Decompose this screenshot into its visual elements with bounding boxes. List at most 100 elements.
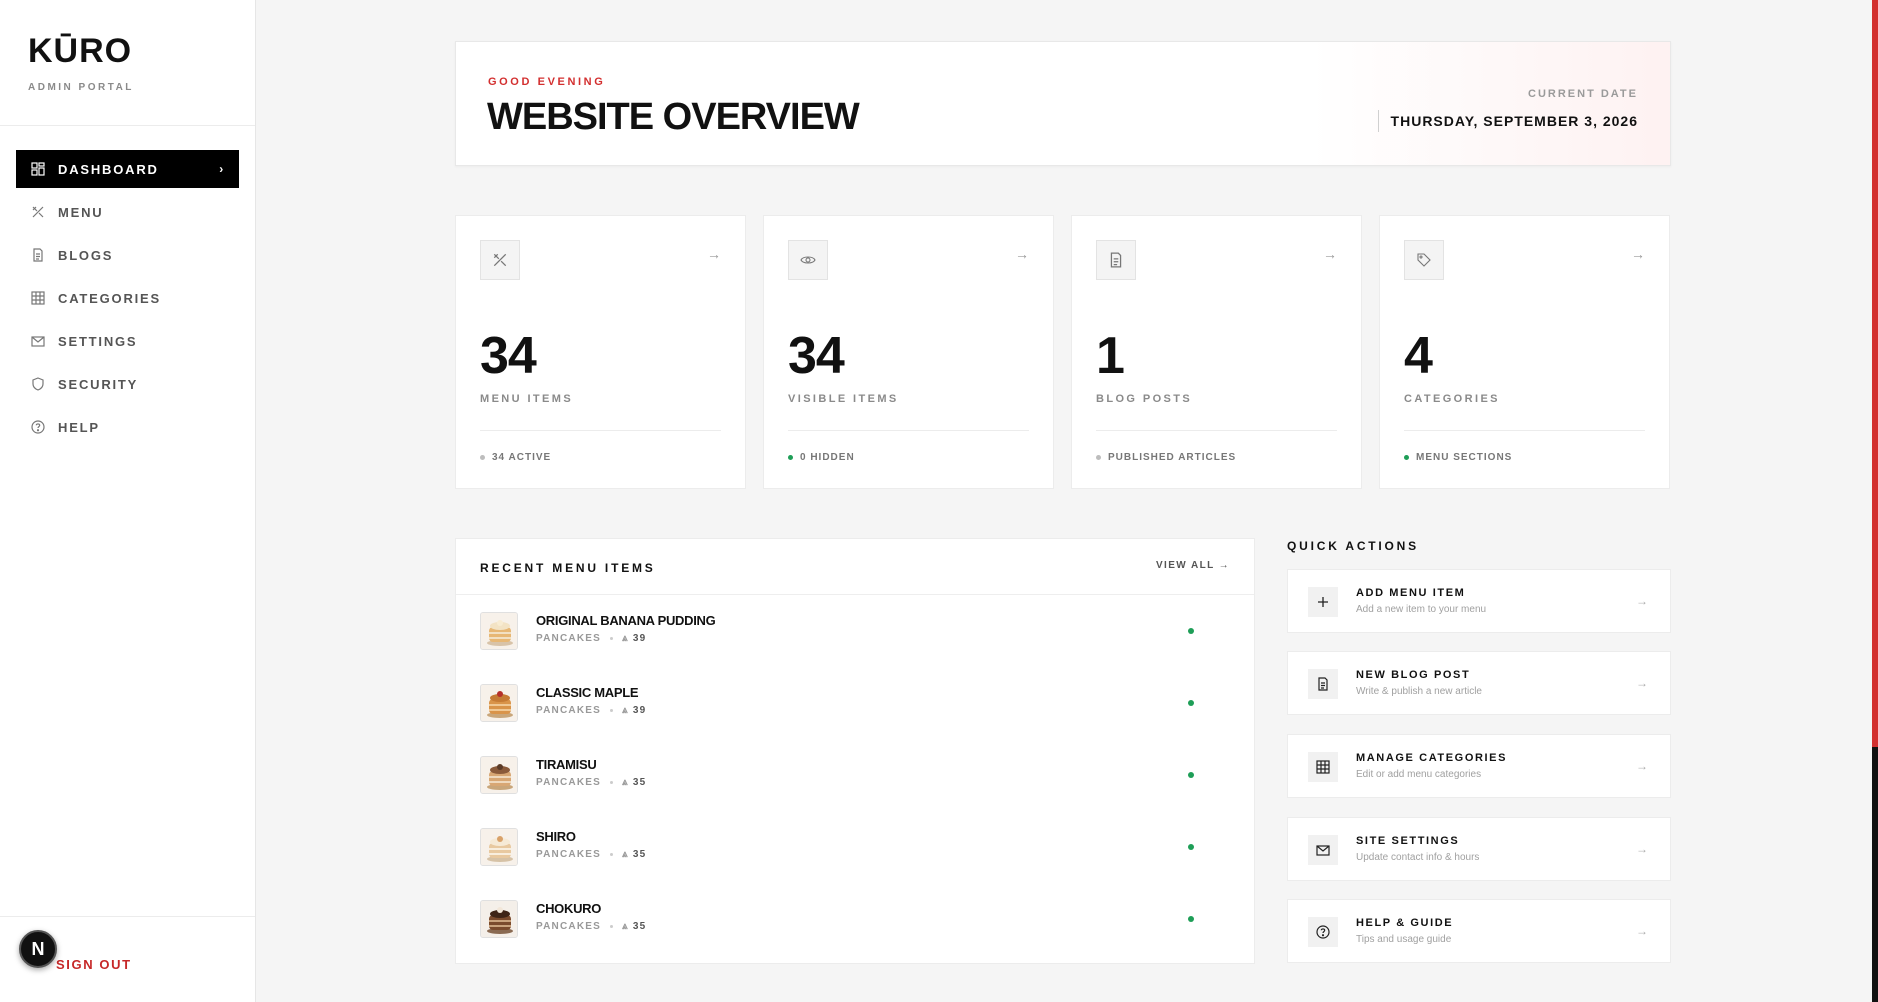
status-dot — [1096, 455, 1101, 460]
person-icon: ⩓ — [621, 849, 633, 860]
stat-value: 1 — [1096, 327, 1125, 385]
arrow-right-icon: → — [1015, 246, 1029, 262]
stat-subtext: MENU SECTIONS — [1404, 452, 1512, 463]
grid-icon — [1308, 752, 1338, 782]
menu-item-meta: PANCAKES ⩓ 39 — [536, 705, 646, 716]
date-label: CURRENT DATE — [1528, 88, 1638, 100]
new-blog-post-button[interactable]: NEW BLOG POST Write & publish a new arti… — [1287, 651, 1671, 715]
divider — [1096, 430, 1337, 431]
stat-card-categories[interactable]: → 4 CATEGORIES MENU SECTIONS — [1379, 215, 1670, 489]
sidebar-item-dashboard[interactable]: DASHBOARD › — [16, 150, 239, 188]
sidebar: KŪRO ADMIN PORTAL DASHBOARD › MENU BLOGS — [0, 0, 256, 1002]
brand: KŪRO ADMIN PORTAL — [0, 0, 255, 126]
overview-header: GOOD EVENING WEBSITE OVERVIEW CURRENT DA… — [455, 41, 1671, 166]
menu-item-meta: PANCAKES ⩓ 35 — [536, 849, 646, 860]
brand-subtitle: ADMIN PORTAL — [28, 82, 134, 93]
sidebar-item-menu[interactable]: MENU — [16, 193, 239, 231]
arrow-right-icon: → — [1636, 924, 1648, 938]
arrow-right-icon: → — [1218, 560, 1230, 571]
sidebar-item-help[interactable]: HELP — [16, 408, 239, 446]
menu-item-meta: PANCAKES ⩓ 35 — [536, 921, 646, 932]
stat-subtext: PUBLISHED ARTICLES — [1096, 452, 1236, 463]
stat-value: 34 — [480, 327, 537, 385]
status-dot — [480, 455, 485, 460]
sidebar-item-label: MENU — [58, 204, 104, 220]
stat-subtext: 0 HIDDEN — [788, 452, 855, 463]
arrow-right-icon: → — [707, 246, 721, 262]
stat-subtext: 34 ACTIVE — [480, 452, 551, 463]
menu-item-thumbnail — [480, 828, 518, 866]
menu-item-name: SHIRO — [536, 829, 576, 844]
brand-logo[interactable]: KŪRO — [28, 34, 227, 68]
stat-subtext-label: PUBLISHED ARTICLES — [1108, 452, 1237, 463]
separator — [609, 709, 613, 712]
list-item[interactable]: CLASSIC MAPLE PANCAKES ⩓ 39 — [456, 667, 1256, 739]
separator — [609, 853, 613, 856]
chevron-right-icon: › — [219, 162, 225, 176]
sidebar-item-security[interactable]: SECURITY — [16, 365, 239, 403]
menu-item-thumbnail — [480, 900, 518, 938]
quick-action-title: NEW BLOG POST — [1356, 669, 1471, 681]
dev-tools-badge[interactable]: N — [19, 930, 57, 968]
menu-item-meta: PANCAKES ⩓ 39 — [536, 633, 646, 644]
sidebar-item-settings[interactable]: SETTINGS — [16, 322, 239, 360]
menu-item-category: PANCAKES — [536, 921, 601, 932]
stat-subtext-label: MENU SECTIONS — [1416, 452, 1513, 463]
tag-icon — [1404, 240, 1444, 280]
sign-out-button[interactable]: SIGN OUT — [56, 957, 132, 972]
document-icon — [30, 247, 46, 263]
manage-categories-button[interactable]: MANAGE CATEGORIES Edit or add menu categ… — [1287, 734, 1671, 798]
greeting: GOOD EVENING — [488, 76, 606, 88]
arrow-right-icon: → — [1636, 676, 1648, 690]
menu-item-thumbnail — [480, 756, 518, 794]
stat-value: 34 — [788, 327, 845, 385]
grid-icon — [30, 290, 46, 306]
stat-card-menu-items[interactable]: → 34 MENU ITEMS 34 ACTIVE — [455, 215, 746, 489]
sidebar-item-label: SECURITY — [58, 376, 139, 392]
list-item[interactable]: TIRAMISU PANCAKES ⩓ 35 — [456, 739, 1256, 811]
list-item[interactable]: ORIGINAL BANANA PUDDING PANCAKES ⩓ 39 — [456, 595, 1256, 667]
status-dot — [788, 455, 793, 460]
arrow-right-icon: → — [1636, 759, 1648, 773]
menu-item-name: TIRAMISU — [536, 757, 597, 772]
scrollbar[interactable] — [1872, 0, 1878, 1002]
quick-action-title: MANAGE CATEGORIES — [1356, 752, 1508, 764]
menu-item-thumbnail — [480, 612, 518, 650]
help-circle-icon — [1308, 917, 1338, 947]
list-item[interactable]: CHOKURO PANCAKES ⩓ 35 — [456, 883, 1256, 955]
menu-item-name: CHOKURO — [536, 901, 602, 916]
mail-icon — [30, 333, 46, 349]
arrow-right-icon: → — [1636, 594, 1648, 608]
status-dot — [1188, 772, 1194, 778]
plus-icon — [1308, 587, 1338, 617]
utensils-icon — [30, 204, 46, 220]
page-title: WEBSITE OVERVIEW — [487, 96, 860, 138]
dashboard-icon — [30, 161, 46, 177]
person-icon: ⩓ — [621, 777, 633, 788]
stat-value: 4 — [1404, 327, 1433, 385]
menu-item-count: 35 — [632, 921, 647, 932]
menu-item-count: 39 — [632, 705, 647, 716]
list-item[interactable]: SHIRO PANCAKES ⩓ 35 — [456, 811, 1256, 883]
mail-icon — [1308, 835, 1338, 865]
menu-item-category: PANCAKES — [536, 849, 601, 860]
menu-item-category: PANCAKES — [536, 705, 601, 716]
view-all-link[interactable]: VIEW ALL → — [1156, 560, 1230, 571]
menu-item-category: PANCAKES — [536, 633, 601, 644]
menu-item-name: ORIGINAL BANANA PUDDING — [536, 613, 716, 628]
help-guide-button[interactable]: HELP & GUIDE Tips and usage guide → — [1287, 899, 1671, 963]
sidebar-item-categories[interactable]: CATEGORIES — [16, 279, 239, 317]
add-menu-item-button[interactable]: ADD MENU ITEM Add a new item to your men… — [1287, 569, 1671, 633]
person-icon: ⩓ — [621, 633, 633, 644]
status-dot — [1404, 455, 1409, 460]
site-settings-button[interactable]: SITE SETTINGS Update contact info & hour… — [1287, 817, 1671, 881]
panel-header: RECENT MENU ITEMS VIEW ALL → — [456, 539, 1254, 595]
divider — [480, 430, 721, 431]
stat-label: BLOG POSTS — [1096, 393, 1193, 405]
sidebar-item-blogs[interactable]: BLOGS — [16, 236, 239, 274]
quick-action-title: SITE SETTINGS — [1356, 835, 1460, 847]
status-dot — [1188, 628, 1194, 634]
stat-card-blog-posts[interactable]: → 1 BLOG POSTS PUBLISHED ARTICLES — [1071, 215, 1362, 489]
stat-card-visible-items[interactable]: → 34 VISIBLE ITEMS 0 HIDDEN — [763, 215, 1054, 489]
shield-icon — [30, 376, 46, 392]
